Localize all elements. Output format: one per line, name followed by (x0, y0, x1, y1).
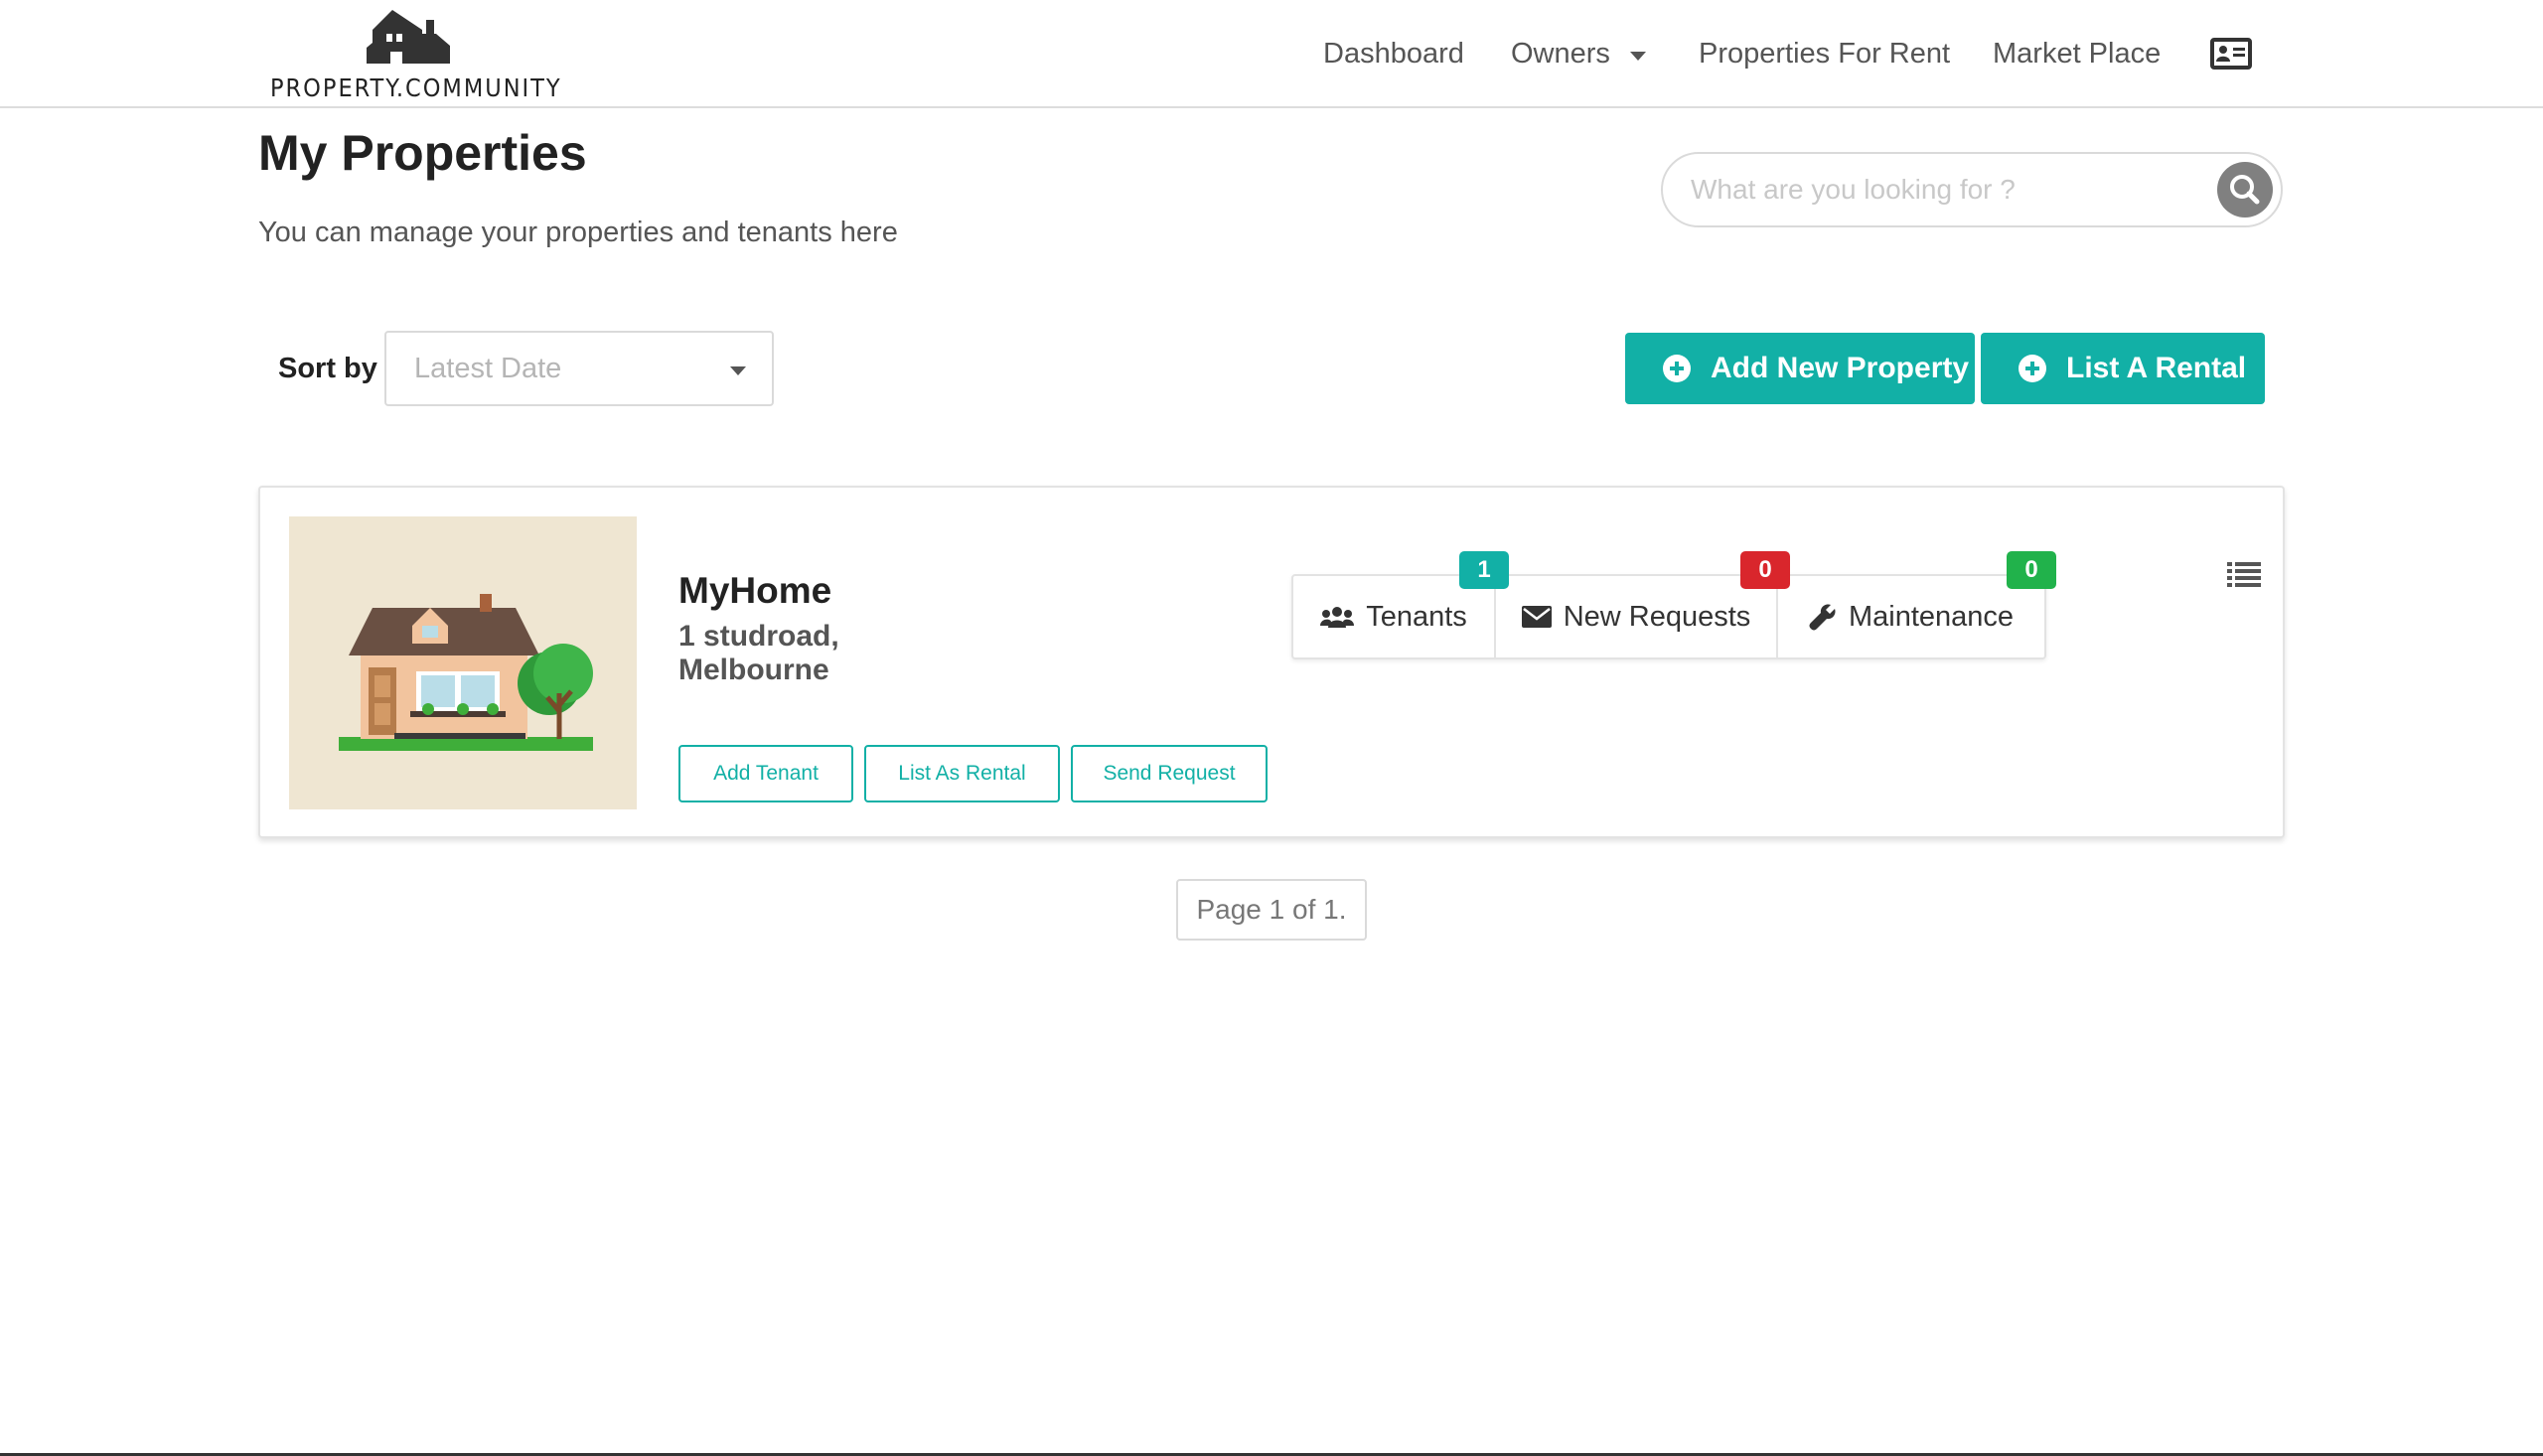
sort-label: Sort by : (278, 353, 395, 384)
site-logo[interactable]: PROPERTY.COMMUNITY (270, 8, 562, 102)
tenants-count-badge: 1 (1459, 551, 1509, 589)
add-new-property-label: Add New Property (1711, 352, 1970, 384)
sort-select[interactable]: Latest Date (384, 331, 774, 406)
property-address: 1 studroad, Melbourne (678, 620, 839, 686)
pagination-indicator: Page 1 of 1. (1176, 879, 1367, 941)
search-bar (1661, 152, 2283, 227)
search-button[interactable] (2217, 162, 2273, 218)
list-as-rental-button[interactable]: List As Rental (864, 745, 1060, 802)
top-navbar: PROPERTY.COMMUNITY Dashboard Owners Prop… (0, 0, 2543, 108)
add-new-property-button[interactable]: Add New Property (1625, 333, 1975, 404)
add-tenant-button[interactable]: Add Tenant (678, 745, 853, 802)
property-thumbnail[interactable] (289, 516, 637, 809)
nav-dashboard[interactable]: Dashboard (1323, 34, 1464, 73)
property-card: MyHome 1 studroad, Melbourne Add Tenant … (258, 486, 2285, 838)
users-icon (1320, 607, 1355, 628)
list-a-rental-button[interactable]: List A Rental (1981, 333, 2265, 404)
maintenance-stat[interactable]: Maintenance (1776, 576, 2044, 657)
nav-owners[interactable]: Owners (1511, 34, 1610, 73)
wrench-icon (1809, 604, 1836, 631)
nav-market-place[interactable]: Market Place (1993, 34, 2161, 73)
tenants-label: Tenants (1366, 600, 1467, 633)
logo-text: PROPERTY.COMMUNITY (270, 73, 562, 102)
maintenance-label: Maintenance (1848, 600, 2015, 633)
send-request-button[interactable]: Send Request (1071, 745, 1268, 802)
sort-selected-value: Latest Date (414, 353, 562, 384)
new-requests-stat[interactable]: New Requests (1494, 576, 1776, 657)
house-illustration-icon (339, 594, 593, 751)
contact-card-icon[interactable] (2210, 38, 2252, 70)
chevron-down-icon[interactable] (1630, 52, 1646, 61)
search-input[interactable] (1691, 170, 2187, 210)
list-menu-icon[interactable] (2227, 561, 2261, 587)
envelope-icon (1521, 606, 1552, 628)
chevron-down-icon (730, 366, 746, 375)
new-requests-label: New Requests (1563, 600, 1751, 633)
maintenance-count-badge: 0 (2007, 551, 2056, 589)
page-subtitle: You can manage your properties and tenan… (258, 217, 898, 248)
page-title: My Properties (258, 125, 587, 181)
new-requests-count-badge: 0 (1740, 551, 1790, 589)
nav-properties-for-rent[interactable]: Properties For Rent (1699, 34, 1950, 73)
plus-circle-icon (1663, 355, 1691, 382)
search-icon (2230, 175, 2260, 205)
list-a-rental-label: List A Rental (2066, 352, 2247, 384)
property-stats: Tenants New Requests Maintenance (1291, 574, 2046, 659)
plus-circle-icon (2019, 355, 2046, 382)
logo-house-icon (367, 10, 450, 64)
property-name[interactable]: MyHome (678, 569, 831, 613)
